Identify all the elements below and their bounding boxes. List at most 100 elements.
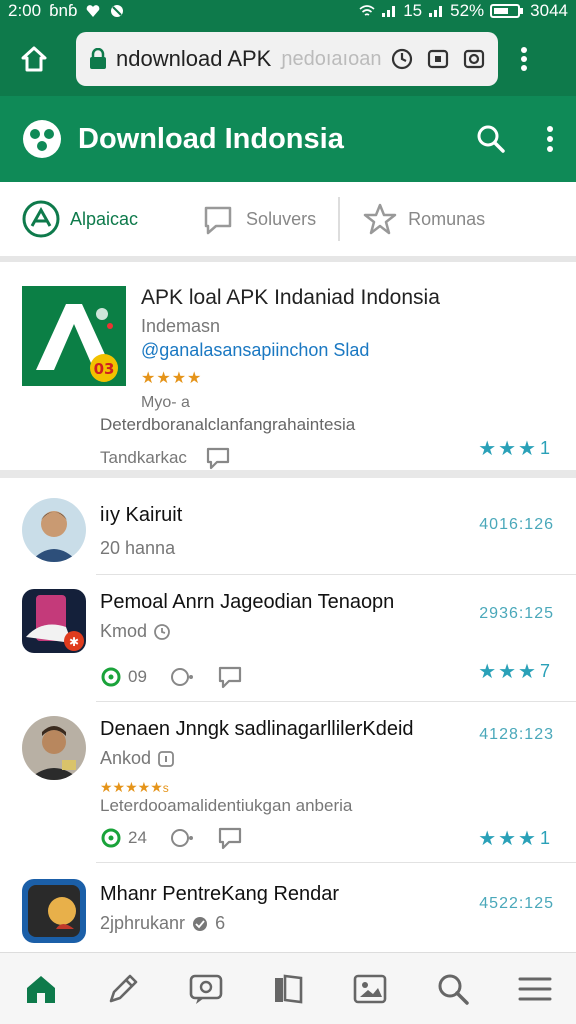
chat-icon [189, 974, 223, 1004]
sub-count: 6 [215, 913, 226, 933]
item-subtitle: 2jphrukanr 6 [100, 913, 226, 933]
list-item[interactable]: iıy Kairuit 20 hanna 4016:126 [0, 486, 576, 574]
wifi-icon [359, 5, 375, 16]
item-title: Pemoal Anrn Jageodian Tenaopn [100, 591, 395, 613]
item-description: Leterdooamalidentiukgan anberia [100, 796, 353, 815]
home-icon [27, 975, 56, 1003]
item-actions: 24 [100, 826, 243, 850]
info-icon [158, 750, 174, 767]
item-stars: ★★★★★s [100, 779, 169, 795]
home-button[interactable] [10, 35, 58, 83]
app-title: Download Indonsia [78, 122, 344, 155]
search-icon[interactable] [476, 124, 506, 154]
featured-link[interactable]: @ganalasansapiinchon Slad [141, 340, 369, 361]
badge-text: 03 [94, 360, 115, 378]
bottom-navigation [0, 952, 576, 1024]
chat-bubble-icon [204, 206, 232, 235]
featured-stars: ★★★★ [141, 370, 203, 387]
rating-value: 1 [539, 828, 552, 848]
featured-title: APK loal APK Indaniad Indonsia [141, 286, 440, 309]
item-stamp: 4016:126 [479, 516, 554, 533]
avatar [22, 498, 86, 562]
item-rating: ★★★ 7 [478, 659, 552, 684]
tab-romunas[interactable]: Romunas [340, 182, 507, 256]
like-count: 09 [128, 667, 147, 686]
item-subtitle: Kmod [100, 621, 171, 642]
browser-menu-button[interactable] [512, 46, 536, 72]
app-icon: ✱ [22, 589, 86, 653]
library-icon [274, 974, 303, 1003]
nav-chat[interactable] [178, 961, 234, 1017]
status-time: 2:00 [8, 1, 42, 20]
tab-label: Soluvers [246, 208, 317, 229]
comment-icon[interactable] [205, 446, 231, 470]
nav-search[interactable] [425, 961, 481, 1017]
nav-gallery[interactable] [342, 961, 398, 1017]
signal-icon [429, 6, 443, 17]
url-input[interactable]: ndownload APK ɲedoıaıoan [76, 32, 498, 86]
lock-icon [90, 48, 106, 69]
featured-app-card[interactable]: 03 APK loal APK Indaniad Indonsia Indema… [0, 268, 576, 478]
status-bar: 2:00 ɓnɓ 15 52% 3044 [0, 0, 576, 22]
more-horizontal-icon[interactable] [169, 666, 195, 688]
view-count-icon [193, 916, 208, 931]
block-icon [111, 5, 124, 17]
featured-description: Deterdboranalclanfangrahaintesia [100, 415, 356, 434]
refresh-icon[interactable] [390, 47, 414, 71]
tab-soluvers[interactable]: Soluvers [178, 182, 338, 256]
clock-icon [154, 623, 170, 640]
gallery-icon [353, 974, 387, 1003]
tabs-icon[interactable] [426, 47, 450, 71]
status-signal-label: 15 [403, 1, 423, 20]
status-carrier: ɓnɓ [49, 1, 78, 20]
item-title: Mhanr PentreKang Rendar [100, 883, 340, 905]
like-group[interactable]: 09 [100, 666, 147, 688]
battery-icon [490, 4, 524, 18]
nav-edit[interactable] [95, 961, 151, 1017]
rating-stars: ★★★ [478, 828, 538, 850]
nav-menu[interactable] [507, 961, 563, 1017]
apps-icon [22, 200, 60, 238]
featured-app-thumbnail: 03 [22, 286, 126, 386]
more-horizontal-icon[interactable] [169, 827, 195, 849]
item-title: iıy Kairuit [100, 504, 183, 526]
more-vertical-icon [521, 47, 527, 71]
featured-rating: ★★★ 1 [478, 436, 552, 461]
list-item[interactable]: ✱ Pemoal Anrn Jageodian Tenaopn Kmod 293… [0, 575, 576, 701]
url-ghost-text: ɲedoıaıoan [281, 47, 382, 70]
featured-footer: Tandkarkac [100, 446, 231, 470]
list-item[interactable]: Denaen Jnngk sadlinagarllilerKdeid Ankod… [0, 702, 576, 862]
status-right-time: 3044 [530, 1, 568, 20]
nav-library[interactable] [260, 961, 316, 1017]
home-icon [21, 46, 47, 72]
like-group[interactable]: 24 [100, 827, 147, 849]
like-count: 24 [128, 828, 147, 847]
list-item[interactable]: Mhanr PentreKang Rendar 2jphrukanr 6 452… [0, 863, 576, 952]
item-stamp: 4522:125 [479, 895, 554, 912]
rating-value: 7 [539, 661, 552, 681]
featured-subtitle: Indemasn [141, 316, 221, 336]
comment-icon[interactable] [217, 665, 243, 689]
avatar [22, 716, 86, 780]
app-logo-icon [23, 120, 61, 158]
item-stamp: 4128:123 [479, 726, 554, 743]
refresh-icon [101, 667, 121, 687]
item-title: Denaen Jnngk sadlinagarllilerKdeid [100, 718, 414, 740]
category-tabs: Alpaicac Soluvers Romunas [0, 182, 576, 262]
apk-logo-icon: 03 [22, 286, 126, 386]
tab-alpaicac[interactable]: Alpaicac [0, 182, 160, 256]
item-subtitle: 20 hanna [100, 538, 176, 558]
tab-label: Romunas [408, 208, 486, 229]
menu-icon [518, 977, 552, 1000]
url-text: ndownload APK [116, 46, 272, 71]
svg-text:✱: ✱ [69, 635, 79, 649]
rating-value: 1 [539, 438, 552, 458]
signal-icon [382, 6, 396, 17]
camera-icon[interactable] [462, 47, 486, 71]
battery-percent: 52% [450, 1, 485, 20]
nav-home[interactable] [13, 961, 69, 1017]
item-subtitle: Ankod [100, 748, 175, 769]
more-vertical-icon[interactable] [546, 125, 554, 153]
rating-stars: ★★★ [478, 438, 538, 460]
comment-icon[interactable] [217, 826, 243, 850]
